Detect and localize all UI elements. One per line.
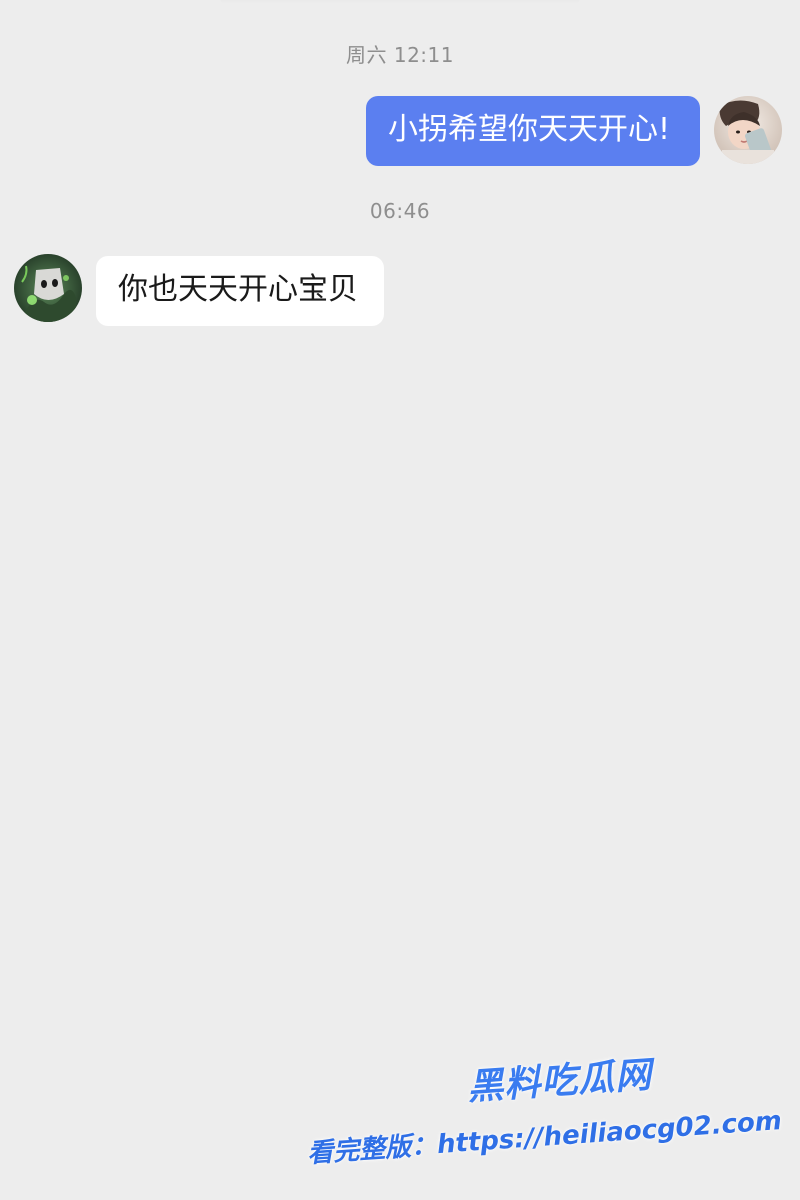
- top-edge-fade: [220, 0, 580, 4]
- message-timestamp: 06:46: [369, 199, 431, 223]
- chat-screen: 周六 12:11 小拐希望你天天开心! 06:46 你也天天开心宝贝 黑料吃瓜网…: [0, 0, 800, 1200]
- message-timestamp: 周六 12:11: [346, 43, 454, 67]
- dark-green-character-avatar-icon[interactable]: [14, 254, 82, 322]
- girl-photo-avatar-icon[interactable]: [714, 96, 782, 164]
- outgoing-message-bubble[interactable]: 小拐希望你天天开心!: [365, 96, 700, 166]
- incoming-message-row: 你也天天开心宝贝: [14, 254, 384, 326]
- watermark-url: 看完整版：https://heiliaocg02.com: [306, 1106, 784, 1170]
- outgoing-message-row: 小拐希望你天天开心!: [365, 96, 782, 166]
- watermark: 黑料吃瓜网 看完整版：https://heiliaocg02.com: [307, 1052, 784, 1182]
- watermark-logo: 黑料吃瓜网: [466, 1054, 654, 1109]
- incoming-message-bubble[interactable]: 你也天天开心宝贝: [96, 256, 384, 326]
